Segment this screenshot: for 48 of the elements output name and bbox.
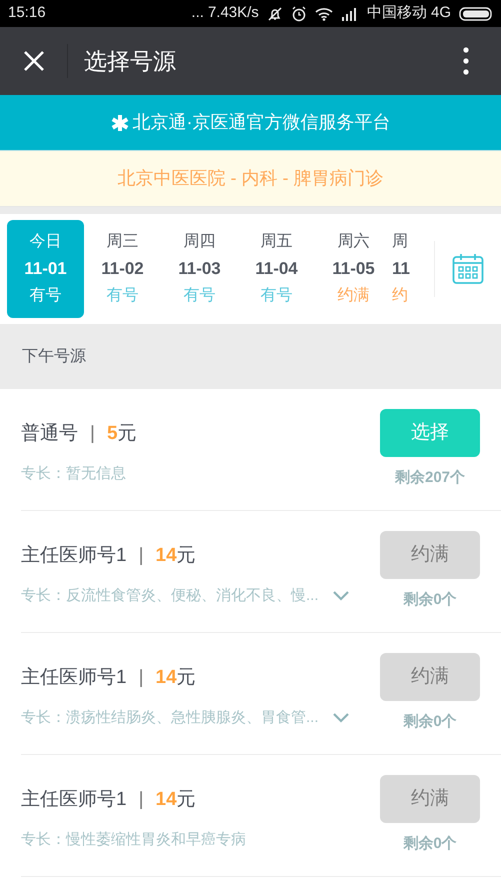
alarm-icon	[290, 6, 307, 22]
separator: |	[138, 666, 144, 690]
date-tab[interactable]: 周三 11-02 有号	[84, 220, 161, 318]
remaining-count: 剩余0个	[403, 834, 457, 854]
wifi-icon	[314, 6, 333, 20]
specialty-text: 专长：暂无信息	[21, 464, 126, 484]
date-tab[interactable]: 周五 11-04 有号	[238, 220, 315, 318]
network-speed: 7.43K/s	[208, 3, 259, 24]
banner-text: 北京通·京医通官方微信服务平台	[132, 111, 390, 134]
slot-name: 主任医师号1	[21, 788, 127, 812]
date-tab[interactable]: 周四 11-03 有号	[161, 220, 238, 318]
signal-icon	[340, 6, 359, 20]
date-tab[interactable]: 周六 11-05 约满	[315, 220, 392, 318]
separator: |	[138, 788, 144, 812]
currency-unit: 元	[176, 666, 196, 690]
section-title: 下午号源	[22, 346, 86, 366]
date-tab[interactable]: 周 11 约	[392, 220, 414, 318]
calendar-icon	[452, 253, 484, 285]
currency-unit: 元	[118, 422, 137, 446]
price: 14	[156, 788, 177, 812]
slot-name: 主任医师号1	[21, 544, 127, 568]
battery-icon	[459, 6, 493, 20]
chevron-down-icon[interactable]	[332, 590, 349, 601]
more-indicator: ...	[191, 3, 204, 24]
price: 14	[156, 544, 177, 568]
chevron-down-icon[interactable]	[332, 712, 349, 723]
remaining-count: 剩余0个	[403, 712, 457, 732]
separator: |	[90, 422, 95, 446]
price: 5	[106, 422, 118, 446]
specialty-text: 专长：慢性萎缩性胃炎和早癌专病	[21, 830, 246, 850]
slot-name: 主任医师号1	[21, 666, 127, 690]
close-icon	[22, 50, 44, 72]
currency-unit: 元	[176, 544, 196, 568]
price: 14	[156, 666, 177, 690]
specialty-text: 专长：反流性食管炎、便秘、消化不良、慢...	[21, 586, 319, 606]
department-text: 北京中医医院 - 内科 - 脾胃病门诊	[118, 167, 384, 190]
remaining-count: 剩余0个	[403, 590, 457, 610]
slot-name: 普通号	[21, 422, 78, 446]
more-icon	[463, 47, 469, 75]
clock: 15:16	[8, 3, 46, 24]
page-title: 选择号源	[84, 46, 176, 76]
specialty-text: 专长：溃疡性结肠炎、急性胰腺炎、胃食管...	[21, 708, 319, 728]
medical-cross-icon	[110, 114, 128, 132]
remaining-count: 剩余207个	[394, 468, 466, 488]
bell-off-icon	[266, 6, 283, 22]
currency-unit: 元	[176, 788, 196, 812]
separator: |	[138, 544, 144, 568]
carrier-label: 中国移动 4G	[366, 3, 451, 24]
